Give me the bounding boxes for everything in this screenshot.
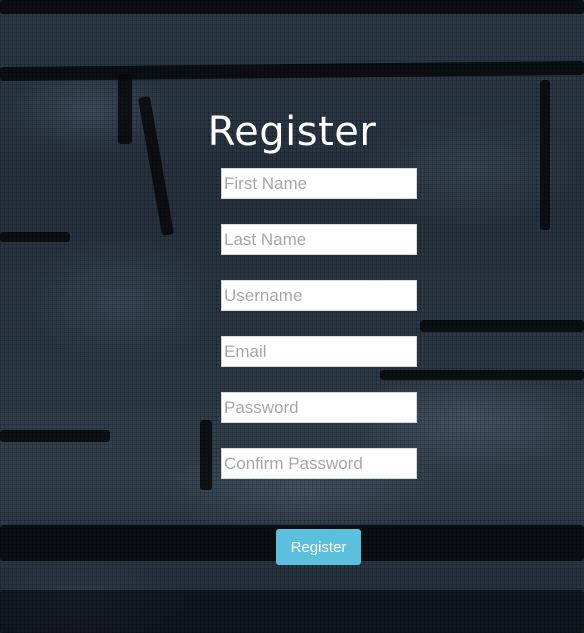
page-title: Register xyxy=(207,109,377,155)
username-field[interactable] xyxy=(221,280,417,311)
last-name-field[interactable] xyxy=(221,224,417,255)
email-field[interactable] xyxy=(221,336,417,367)
confirm-password-field[interactable] xyxy=(221,448,417,479)
password-field[interactable] xyxy=(221,392,417,423)
first-name-field[interactable] xyxy=(221,168,417,199)
register-button[interactable]: Register xyxy=(276,529,361,565)
register-form: Register Register xyxy=(0,0,584,633)
